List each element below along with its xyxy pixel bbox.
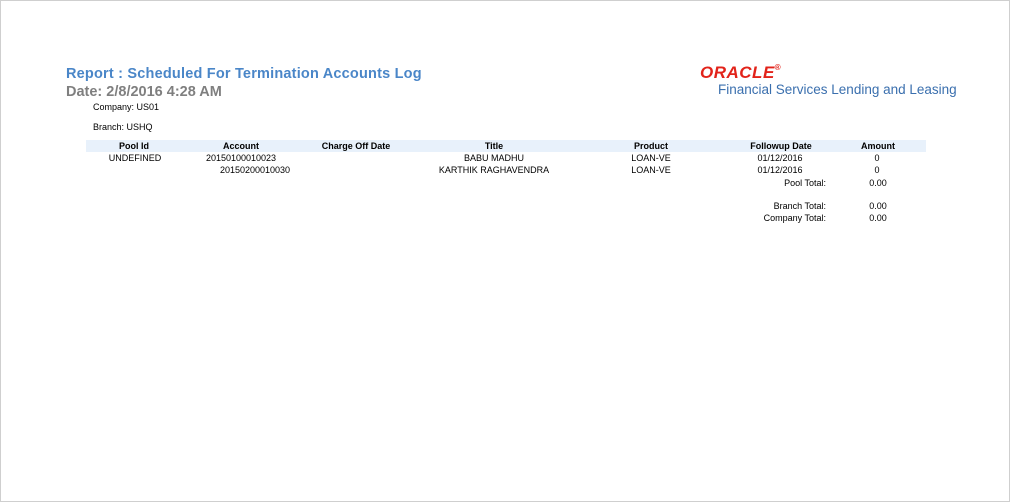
- column-header-pool-id: Pool Id: [119, 141, 149, 151]
- cell-followup-date: 01/12/2016: [757, 165, 803, 175]
- column-header-followup-date: Followup Date: [750, 141, 812, 151]
- column-header-amount: Amount: [861, 141, 895, 151]
- cell-product: LOAN-VE: [631, 165, 671, 175]
- column-header-account: Account: [223, 141, 259, 151]
- cell-title: BABU MADHU: [463, 153, 525, 163]
- company-total-value: 0.00: [869, 213, 887, 223]
- column-header-title: Title: [484, 141, 504, 151]
- company-total-label: Company Total:: [763, 213, 826, 223]
- cell-pool-id: UNDEFINED: [108, 153, 162, 163]
- brand-subtitle: Financial Services Lending and Leasing: [718, 82, 957, 97]
- cell-followup-date: 01/12/2016: [757, 153, 803, 163]
- branch-total-label: Branch Total:: [773, 201, 826, 211]
- cell-title: KARTHIK RAGHAVENDRA: [438, 165, 550, 175]
- branch-total-value: 0.00: [869, 201, 887, 211]
- cell-amount: 0: [874, 153, 880, 163]
- oracle-logo: ORACLE®: [700, 63, 781, 83]
- cell-product: LOAN-VE: [631, 153, 671, 163]
- column-header-product: Product: [633, 141, 669, 151]
- company-label: Company: US01: [93, 102, 160, 112]
- column-header-charge-off-date: Charge Off Date: [321, 141, 391, 151]
- cell-account: 20150100010023: [205, 153, 277, 163]
- cell-account: 20150200010030: [219, 165, 291, 175]
- oracle-logo-text: ORACLE: [700, 63, 775, 82]
- cell-amount: 0: [874, 165, 880, 175]
- branch-label: Branch: USHQ: [93, 122, 153, 132]
- registered-mark: ®: [774, 63, 782, 72]
- pool-total-label: Pool Total:: [784, 178, 826, 188]
- report-title: Report : Scheduled For Termination Accou…: [66, 66, 422, 82]
- report-date: Date: 2/8/2016 4:28 AM: [66, 84, 222, 100]
- pool-total-value: 0.00: [869, 178, 887, 188]
